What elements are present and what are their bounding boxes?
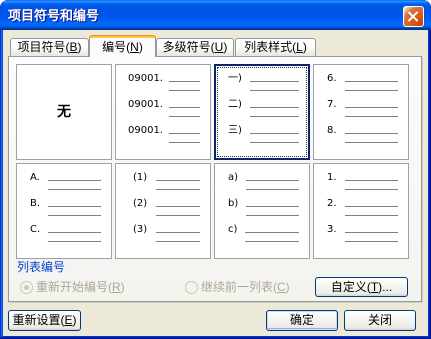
list-item: 6. [327,73,399,95]
list-item: (3) [133,224,200,246]
list-item: A. [30,172,102,194]
text-placeholder-lines [249,73,300,93]
continue-previous-list-option[interactable]: 继续前一列表(C) [185,279,290,295]
list-number: b) [228,198,239,209]
list-item: 2. [327,198,399,220]
list-item: b) [228,198,299,220]
list-item: 09001. [128,99,200,121]
bullets-and-numbering-dialog: 项目符号和编号 项目符号(B) 编号(N) 多级符号(U) 列表样式(L) 无 … [0,0,431,339]
text-placeholder-lines [344,73,399,93]
text-placeholder-lines [344,125,399,145]
list-number: A. [30,172,40,183]
text-placeholder-lines [246,172,299,192]
list-item: 8. [327,125,399,147]
list-item: 3. [327,224,399,246]
list-number: 三) [228,125,242,136]
close-icon [408,11,419,22]
text-placeholder-lines [249,99,300,119]
list-number: 7. [327,99,337,110]
none-option-label: 无 [57,104,71,120]
list-number: 6. [327,73,337,84]
list-item: (1) [133,172,200,194]
numbering-tab-panel: 无 09001. 09001. 09001. 一) 二) 三) 6. 7. 8. A. B. C… [8,56,422,302]
dialog-title: 项目符号和编号 [8,8,100,23]
text-placeholder-lines [246,198,299,218]
list-number: 二) [228,99,242,110]
list-number: 3. [327,224,337,235]
text-placeholder-lines [169,99,200,119]
text-placeholder-lines [48,198,101,218]
text-placeholder-lines [344,172,399,192]
list-number: 09001. [128,99,163,110]
list-number: 1. [327,172,337,183]
text-placeholder-lines [169,125,200,145]
close-button[interactable]: 关闭 [344,310,416,331]
list-number: B. [30,198,41,209]
list-number: 8. [327,125,337,136]
tab-numbering[interactable]: 编号(N) [89,36,156,57]
text-placeholder-lines [344,99,399,119]
ok-button[interactable]: 确定 [266,310,338,331]
continue-previous-list-radio[interactable] [185,280,198,294]
text-placeholder-lines [47,172,102,192]
title-bar[interactable]: 项目符号和编号 [0,0,431,30]
list-number: 09001. [128,125,163,136]
list-item: C. [30,224,101,246]
numbering-option-lower-alpha[interactable]: a) b) c) [214,163,310,259]
list-item: 二) [228,99,300,121]
list-item: 1. [327,172,399,194]
numbering-gallery: 无 09001. 09001. 09001. 一) 二) 三) 6. 7. 8. A. B. C… [9,57,421,263]
text-placeholder-lines [169,73,200,93]
text-placeholder-lines [156,172,200,192]
title-close-button[interactable] [403,6,424,27]
text-placeholder-lines [156,224,200,244]
list-number: 2. [327,198,337,209]
list-number: (3) [133,224,148,235]
tab-outline-numbered[interactable]: 多级符号(U) [156,38,234,56]
reset-button[interactable]: 重新设置(E) [8,310,81,331]
restart-numbering-label: 重新开始编号(R) [36,280,125,294]
list-item: c) [228,224,299,246]
text-placeholder-lines [245,224,299,244]
list-numbering-group-label: 列表编号 [17,260,66,274]
tab-bullets[interactable]: 项目符号(B) [10,38,89,56]
list-item: 7. [327,99,399,121]
numbering-option-6-7-8[interactable]: 6. 7. 8. [313,64,409,160]
list-number: C. [30,224,41,235]
list-item: B. [30,198,101,220]
list-number: a) [228,172,239,183]
list-number: 一) [228,73,242,84]
numbering-option-none[interactable]: 无 [16,64,112,160]
list-number: c) [228,224,238,235]
text-placeholder-lines [249,125,300,145]
text-placeholder-lines [344,198,399,218]
numbering-option-09001[interactable]: 09001. 09001. 09001. [115,64,211,160]
list-item: a) [228,172,299,194]
numbering-option-chinese-numerals[interactable]: 一) 二) 三) [214,64,310,160]
list-item: 09001. [128,125,200,147]
text-placeholder-lines [344,224,399,244]
numbering-option-upper-alpha[interactable]: A. B. C. [16,163,112,259]
continue-previous-list-label: 继续前一列表(C) [201,280,290,294]
text-placeholder-lines [48,224,101,244]
list-number: (1) [133,172,148,183]
text-placeholder-lines [156,198,200,218]
numbering-option-1-2-3[interactable]: 1. 2. 3. [313,163,409,259]
list-number: 09001. [128,73,163,84]
list-item: 三) [228,125,300,147]
list-number: (2) [133,198,148,209]
list-item: 一) [228,73,300,95]
list-item: (2) [133,198,200,220]
tab-list-styles[interactable]: 列表样式(L) [235,38,316,56]
list-item: 09001. [128,73,200,95]
customize-button[interactable]: 自定义(T)... [315,277,408,297]
restart-numbering-radio[interactable] [20,280,33,294]
numbering-option-parenthesized-digits[interactable]: (1) (2) (3) [115,163,211,259]
restart-numbering-option[interactable]: 重新开始编号(R) [20,279,125,295]
